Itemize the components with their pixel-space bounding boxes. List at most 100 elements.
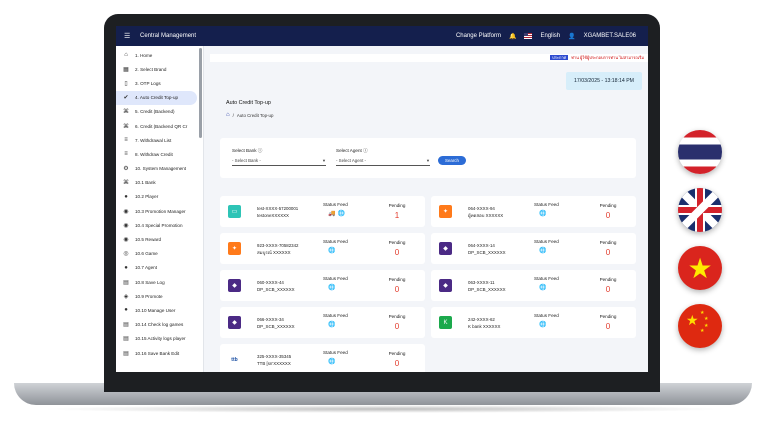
- sidebar-item-label: 10.15 Activity logs player: [135, 336, 186, 342]
- bank-icon: ⌘: [123, 109, 129, 116]
- account-number: 063-XXXX-11: [468, 280, 495, 285]
- globe-icon: 🌐: [328, 285, 336, 291]
- sidebar-item-label: 10.3 Promotion Manager: [135, 208, 186, 214]
- sidebar-item-label: 10.1 Bank: [135, 180, 156, 186]
- sidebar-item-label: 2. Select Brand: [135, 66, 167, 72]
- bell-icon[interactable]: 🔔: [509, 33, 516, 40]
- sidebar-item-12[interactable]: ◉ 10.3 Promotion Manager: [116, 204, 203, 218]
- account-name: สมบูรณ์ XXXXXX: [257, 250, 291, 255]
- sidebar-item-20[interactable]: ▤ 10.14 Check log games: [116, 318, 203, 332]
- bank-card[interactable]: ◆ 066-XXXX-34 DP_SCB_XXXXXX Status Feed 🌐 Pen…: [220, 307, 425, 338]
- status-feed-label: Status Feed: [323, 239, 348, 244]
- home-icon[interactable]: ⌂: [226, 112, 230, 118]
- bank-card[interactable]: ttb 325-XXXX-35345 TTB [sn'XXXXXX Status Fe…: [220, 344, 425, 372]
- thai-flag-button[interactable]: [678, 130, 722, 174]
- user-icon: ●: [124, 264, 128, 271]
- sidebar-item-8[interactable]: ≡ 8. Withdraw Credit: [116, 147, 203, 161]
- sidebar-item-11[interactable]: ● 10.2 Player: [116, 190, 203, 204]
- sidebar-item-17[interactable]: ▤ 10.8 Save Log: [116, 275, 203, 289]
- account-name: ผู้ทดสอบ XXXXXX: [468, 213, 504, 218]
- status-feed-icons: 🌐: [539, 210, 546, 217]
- status-feed-icons: 🌐: [539, 284, 546, 291]
- filter-panel: Select Bank ⓘ - Select Bank - ▼ Select Ag…: [220, 138, 636, 178]
- select-bank-label: Select Bank ⓘ: [232, 148, 263, 153]
- sidebar-item-22[interactable]: ▤ 10.16 Save Bank Edit: [116, 346, 203, 360]
- status-feed-label: Status Feed: [323, 350, 348, 355]
- sidebar-item-2[interactable]: ▦ 2. Select Brand: [116, 62, 203, 76]
- sidebar-item-label: 10.2 Player: [135, 194, 159, 200]
- sidebar-item-19[interactable]: ● 10.10 Manage User: [116, 303, 203, 317]
- collapse-menu-icon[interactable]: ☰: [124, 32, 136, 40]
- sidebar-item-16[interactable]: ● 10.7 Agent: [116, 261, 203, 275]
- sidebar-item-3[interactable]: ▯ 3. OTP Logs: [116, 76, 203, 90]
- bank-card[interactable]: ◆ 060-XXXX-44 DP_SCB_XXXXXX Status Feed 🌐 Pen…: [220, 270, 425, 301]
- bank-card[interactable]: ✦ 064-XXXX-94 ผู้ทดสอบ XXXXXX Status Feed 🌐 P…: [431, 196, 636, 227]
- pending-label: Pending: [599, 203, 617, 208]
- account-info: test-XXXX-57200001 testoneXXXXXX: [257, 205, 298, 219]
- top-bar: ☰ Central Management Change Platform 🔔 E…: [116, 26, 648, 46]
- globe-icon: 🌐: [539, 285, 547, 291]
- select-agent-dropdown[interactable]: - Select Agent - ▼: [336, 158, 430, 166]
- status-feed-label: Status Feed: [534, 239, 559, 244]
- sidebar-item-6[interactable]: ⌘ 6. Credit (Backend QR Cr: [116, 119, 203, 133]
- search-button[interactable]: Search: [438, 156, 466, 165]
- sidebar-item-label: 10.10 Manage User: [135, 307, 176, 313]
- sidebar-item-1[interactable]: ⌂ 1. Home: [116, 48, 203, 62]
- sidebar-item-label: 8. Withdraw Credit: [135, 151, 173, 157]
- datetime-badge: 17/03/2025 - 13:18:14 PM: [566, 72, 642, 90]
- globe-icon: 🌐: [539, 322, 547, 328]
- sidebar: ⌂ 1. Home ▦ 2. Select Brand ▯ 3. OTP Logs ✔ 4. …: [116, 46, 204, 372]
- vietnam-flag-button[interactable]: ★: [678, 246, 722, 290]
- announcement-marquee: ประกาศ ท่าน ผู้ใช้ผู้ประกอบการท่าน ไม่สาม…: [210, 54, 648, 62]
- sidebar-item-5[interactable]: ⌘ 5. Credit (Backend): [116, 105, 203, 119]
- status-feed-icons: 🌐: [328, 321, 335, 328]
- user-icon: ●: [124, 307, 128, 314]
- breadcrumb-current: Auto Credit Top-up: [236, 112, 274, 118]
- bank-card[interactable]: ◆ 063-XXXX-11 DP_SCB_XXXXXX Status Feed 🌐 Pen…: [431, 270, 636, 301]
- sidebar-item-label: 10.9 Promote: [135, 293, 163, 299]
- china-flag-button[interactable]: ★ ★ ★ ★ ★: [678, 304, 722, 348]
- account-info: 325-XXXX-35345 TTB [sn'XXXXXX: [257, 353, 291, 367]
- sidebar-item-7[interactable]: ≡ 7. Withdrawal List: [116, 133, 203, 147]
- sidebar-item-18[interactable]: ◈ 10.9 Promote: [116, 289, 203, 303]
- globe-icon: 🌐: [328, 359, 336, 365]
- sidebar-item-label: 1. Home: [135, 52, 153, 58]
- sidebar-item-21[interactable]: ▤ 10.15 Activity logs player: [116, 332, 203, 346]
- user-menu[interactable]: XGAMBET.SALE06: [584, 33, 636, 39]
- sidebar-item-9[interactable]: ⚙ 10. System Management: [116, 162, 203, 176]
- doc-icon: ▤: [123, 336, 129, 343]
- pending-label: Pending: [388, 277, 406, 282]
- sidebar-item-label: 5. Credit (Backend): [135, 109, 175, 115]
- bank-logo-icon: ✦: [228, 242, 241, 255]
- uk-flag-button[interactable]: [678, 188, 722, 232]
- bank-logo-icon: ◆: [228, 316, 241, 329]
- bank-logo-icon: ◆: [439, 242, 452, 255]
- bank-logo-icon: ✦: [439, 205, 452, 218]
- status-feed-label: Status Feed: [323, 276, 348, 281]
- sidebar-item-4[interactable]: ✔ 4. Auto Credit Top-up: [116, 90, 197, 105]
- status-feed-label: Status Feed: [323, 313, 348, 318]
- doc-icon: ▤: [123, 350, 129, 357]
- language-select[interactable]: English: [540, 33, 560, 39]
- account-info: 063-XXXX-11 DP_SCB_XXXXXX: [468, 279, 506, 293]
- sidebar-item-label: 6. Credit (Backend QR Cr: [135, 123, 188, 129]
- bank-card[interactable]: ◆ 064-XXXX-14 DP_SCB_XXXXXX Status Feed 🌐 Pen…: [431, 233, 636, 264]
- pending-label: Pending: [599, 277, 617, 282]
- account-number: 923-XXXX-70582342: [257, 243, 299, 248]
- sidebar-item-10[interactable]: ⌘ 10.1 Bank: [116, 176, 203, 190]
- sidebar-item-14[interactable]: ◉ 10.5 Reward: [116, 232, 203, 246]
- pending-label: Pending: [388, 314, 406, 319]
- change-platform-link[interactable]: Change Platform: [456, 33, 501, 39]
- user-icon: 👤: [568, 33, 576, 40]
- bank-card[interactable]: K 242-XXXX-62 K bank XXXXXX Status Feed 🌐 Pen…: [431, 307, 636, 338]
- sidebar-scrollbar[interactable]: [199, 48, 202, 138]
- gamepad-icon: ◎: [123, 251, 129, 258]
- sidebar-item-15[interactable]: ◎ 10.6 Game: [116, 247, 203, 261]
- sidebar-item-13[interactable]: ◉ 10.4 Special Promotion: [116, 218, 203, 232]
- megaphone-icon: ◈: [123, 293, 129, 300]
- announcement-text: ท่าน ผู้ใช้ผู้ประกอบการท่าน ไม่สามารถเริ…: [571, 55, 644, 60]
- bank-card[interactable]: ✦ 923-XXXX-70582342 สมบูรณ์ XXXXXX Status F…: [220, 233, 425, 264]
- bank-card[interactable]: ▭ test-XXXX-57200001 testoneXXXXXX Status F…: [220, 196, 425, 227]
- select-bank-dropdown[interactable]: - Select Bank - ▼: [232, 158, 326, 166]
- gift-icon: ◉: [123, 237, 129, 244]
